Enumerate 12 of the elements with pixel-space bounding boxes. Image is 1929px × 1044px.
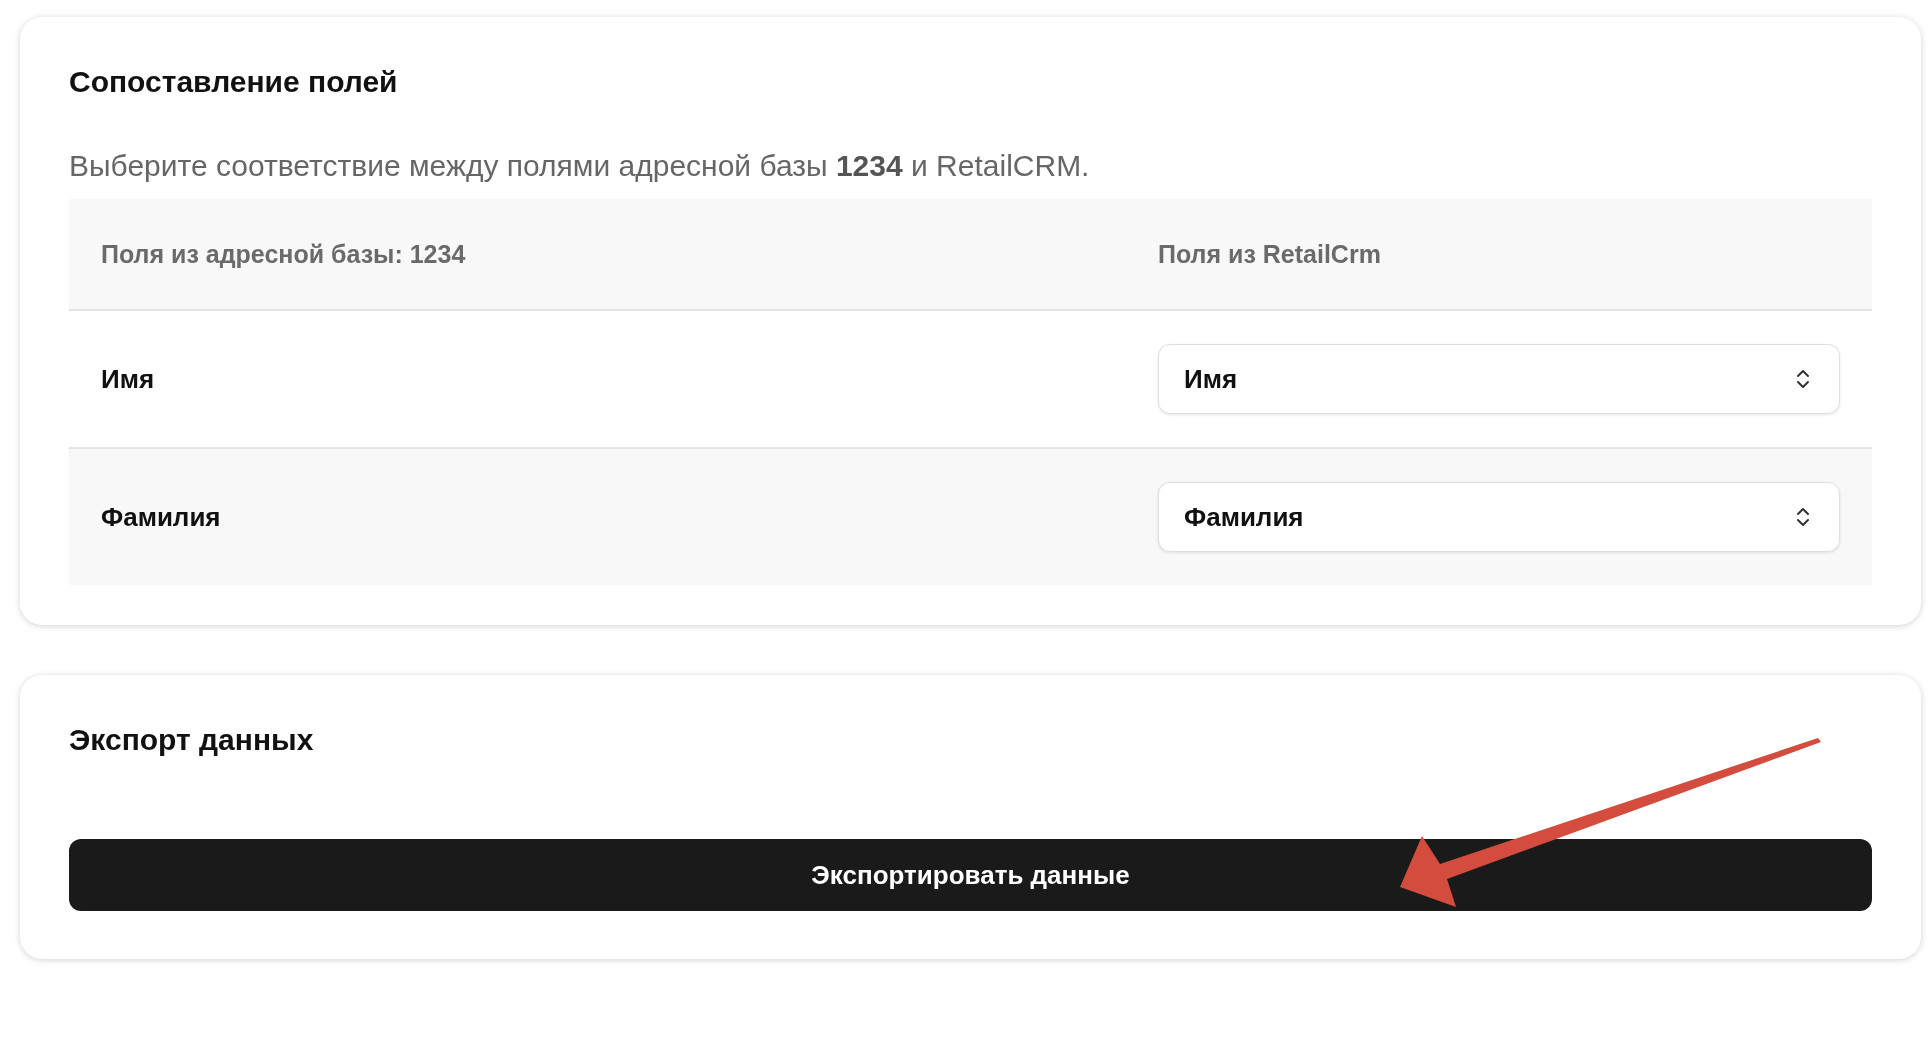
column-header: Поля из адресной базы: 1234 — [100, 239, 467, 269]
export-button[interactable]: Экспортировать данные — [69, 839, 1872, 911]
select-field[interactable]: Имя — [1158, 344, 1840, 414]
column-header: Поля из RetailCrm — [1158, 239, 1382, 269]
chevron-updown-icon — [1795, 367, 1811, 391]
description-text: Выберите соответствие между полями адресной базы 1234 и RetailCRM. — [69, 149, 1091, 183]
field-name: Имя — [100, 363, 156, 395]
chevron-updown-icon — [1795, 505, 1811, 529]
select-field[interactable]: Фамилия — [1158, 482, 1840, 552]
field-name: Фамилия — [100, 501, 222, 533]
section-title: Сопоставление полей — [69, 65, 399, 99]
section-title: Экспорт данных — [69, 723, 315, 757]
